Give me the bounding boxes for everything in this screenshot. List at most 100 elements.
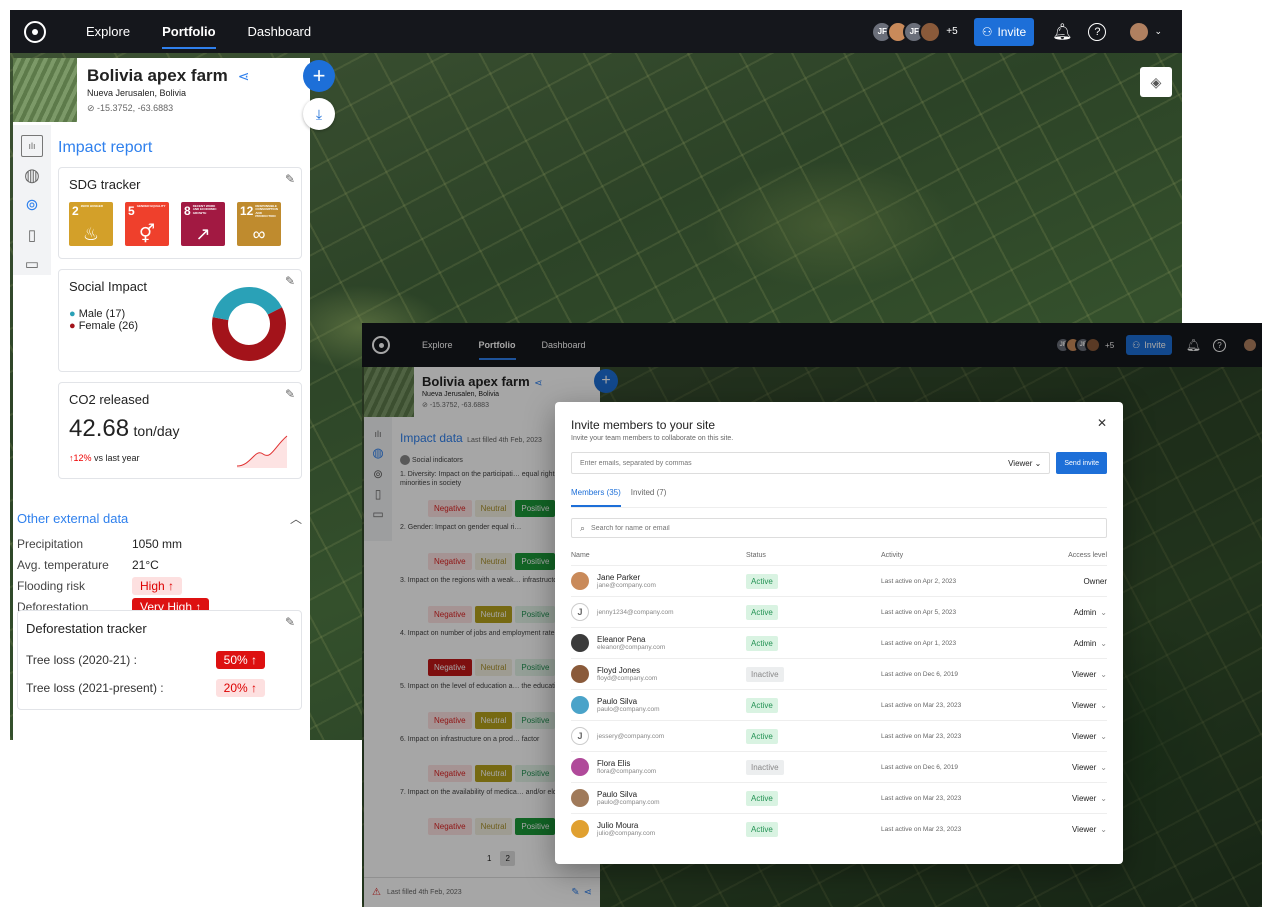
member-info: Floyd Jones floyd@company.com <box>571 665 746 683</box>
member-info: Jjenny1234@company.com <box>571 603 746 621</box>
status-cell: Active <box>746 721 881 752</box>
chevron-down-icon: ⌄ <box>1034 458 1042 468</box>
member-info: Paulo Silva paulo@company.com <box>571 789 746 807</box>
col-activity: Activity <box>881 552 904 559</box>
chevron-down-icon: ⌄ <box>1100 669 1107 679</box>
table-row[interactable]: Jjenny1234@company.com Active Last active … <box>571 596 1107 628</box>
member-info: Eleanor Pena eleanor@company.com <box>571 634 746 652</box>
table-row[interactable]: Flora Elis flora@company.com Inactive Last … <box>571 751 1107 783</box>
activity-cell: Last active on Mar 23, 2023 <box>881 794 962 802</box>
status-cell: Inactive <box>746 752 881 783</box>
member-info: Flora Elis flora@company.com <box>571 758 746 776</box>
access-level-select[interactable]: Viewer ⌄ <box>1033 690 1107 721</box>
bar-chart-icon[interactable]: ılı <box>21 135 43 157</box>
tab-members[interactable]: Members (35) <box>571 488 621 507</box>
gender-donut-chart <box>212 287 286 361</box>
deforestation-value: 20% ↑ <box>215 679 265 697</box>
access-level-value: Viewer <box>1071 762 1097 772</box>
edit-icon[interactable]: ✎ <box>285 172 295 186</box>
avatar <box>571 758 589 776</box>
nav-dashboard[interactable]: Dashboard <box>248 24 312 39</box>
access-level-select[interactable]: Viewer ⌄ <box>1033 752 1107 783</box>
download-button[interactable]: ⤓ <box>303 98 335 130</box>
chevron-up-icon[interactable]: ︿ <box>290 510 302 527</box>
avatar <box>571 789 589 807</box>
access-level-select[interactable]: Viewer ⌄ <box>1033 814 1107 845</box>
table-row[interactable]: Jane Parker jane@company.com Active Last ac… <box>571 565 1107 597</box>
access-level-select[interactable]: Viewer ⌄ <box>1033 659 1107 690</box>
document-icon[interactable]: ▯ <box>21 224 43 246</box>
member-cell: Floyd Jones floyd@company.com <box>571 659 746 690</box>
table-row[interactable]: Julio Moura julio@company.com Active Last a… <box>571 813 1107 845</box>
site-coords: -15.3752, -63.6883 <box>97 103 174 113</box>
member-cell: Paulo Silva paulo@company.com <box>571 783 746 814</box>
table-row[interactable]: Paulo Silva paulo@company.com Active Last a… <box>571 782 1107 814</box>
chevron-down-icon: ⌄ <box>1100 700 1107 710</box>
search-field[interactable]: ⌕ <box>571 518 1107 538</box>
sdg-goal-tile[interactable]: 12 RESPONSIBLE CONSUMPTION AND PRODUCTION… <box>237 202 281 246</box>
status-cell: Active <box>746 783 881 814</box>
add-button[interactable]: + <box>303 60 335 92</box>
access-level-value: Viewer <box>1071 793 1097 803</box>
sdg-goal-tile[interactable]: 8 DECENT WORK AND ECONOMIC GROWTH ↗ <box>181 202 225 246</box>
chevron-down-icon[interactable]: ⌄ <box>1154 26 1162 37</box>
user-add-icon: ⚇ <box>981 24 993 39</box>
sdg-goal-number: 5 <box>128 204 135 218</box>
nav-portfolio[interactable]: Portfolio <box>162 24 216 49</box>
edit-icon[interactable]: ✎ <box>285 387 295 401</box>
role-select[interactable]: Viewer ⌄ <box>1008 459 1041 468</box>
collaborator-avatars[interactable]: JF JF +5 <box>871 20 958 43</box>
tab-invited[interactable]: Invited (7) <box>631 488 667 507</box>
send-invite-button[interactable]: Send invite <box>1056 452 1107 474</box>
chevron-down-icon: ⌄ <box>1100 793 1107 803</box>
status-cell: Inactive <box>746 659 881 690</box>
table-row[interactable]: Jjessery@company.com Active Last active on… <box>571 720 1107 752</box>
status-badge: Active <box>746 635 778 651</box>
external-data-label: Flooding risk <box>17 578 86 593</box>
search-input[interactable] <box>591 524 1098 532</box>
access-level-select[interactable]: Admin ⌄ <box>1033 597 1107 628</box>
sdg-goal-icon: ↗ <box>195 224 211 244</box>
nav-explore[interactable]: Explore <box>86 24 130 39</box>
impact-report-title: Impact report <box>58 139 153 156</box>
access-level-select[interactable]: Viewer ⌄ <box>1033 783 1107 814</box>
member-name: Paulo Silva <box>597 790 638 799</box>
avatar <box>571 820 589 839</box>
globe-icon[interactable]: ◍ <box>21 165 43 187</box>
email-field[interactable]: Viewer ⌄ <box>571 452 1051 474</box>
chat-icon[interactable]: ▭ <box>21 253 43 275</box>
access-level-select[interactable]: Viewer ⌄ <box>1033 721 1107 752</box>
sdg-goal-tile[interactable]: 2 ZERO HUNGER ♨ <box>69 202 113 246</box>
member-text: Jane Parker jane@company.com <box>597 573 656 589</box>
invite-button[interactable]: ⚇ Invite <box>973 17 1035 46</box>
bell-icon[interactable]: 🔔︎ <box>1052 22 1072 42</box>
invite-modal: ✕ Invite members to your site Invite you… <box>555 402 1123 864</box>
sdg-goal-tile[interactable]: 5 GENDER EQUALITY ⚥ <box>125 202 169 246</box>
help-icon[interactable]: ? <box>1088 22 1107 41</box>
sdg-goal-icon: ♨ <box>82 224 100 244</box>
layers-button[interactable]: ◈ <box>1140 67 1172 97</box>
member-name: Eleanor Pena <box>597 635 646 644</box>
site-thumbnail <box>13 58 77 122</box>
app-logo-icon[interactable] <box>24 20 46 43</box>
deforestation-label: Tree loss (2020-21) : <box>26 653 137 667</box>
status-cell: Active <box>746 690 881 721</box>
external-data-value: High ↑ <box>132 576 183 595</box>
impact-icon[interactable]: ⊚ <box>21 194 43 216</box>
user-avatar[interactable] <box>1128 20 1151 43</box>
close-icon[interactable]: ✕ <box>1097 416 1107 430</box>
table-row[interactable]: Eleanor Pena eleanor@company.com Active Las… <box>571 627 1107 659</box>
member-email: jenny1234@company.com <box>597 608 674 616</box>
table-header: Name Status Activity Access level <box>571 546 1107 566</box>
table-row[interactable]: Floyd Jones floyd@company.com Inactive Last… <box>571 658 1107 690</box>
male-legend-dot: ● <box>69 308 79 320</box>
co2-unit: ton/day <box>133 423 180 439</box>
email-input[interactable] <box>580 459 1009 467</box>
edit-icon[interactable]: ✎ <box>285 615 295 629</box>
table-row[interactable]: Paulo Silva paulo@company.com Active Last a… <box>571 689 1107 721</box>
access-level-select[interactable]: Admin ⌄ <box>1033 628 1107 659</box>
member-tabs: Members (35) Invited (7) <box>571 488 1107 508</box>
share-icon[interactable]: ⋖ <box>238 68 250 85</box>
member-cell: Flora Elis flora@company.com <box>571 752 746 783</box>
col-access: Access level <box>1068 552 1107 559</box>
